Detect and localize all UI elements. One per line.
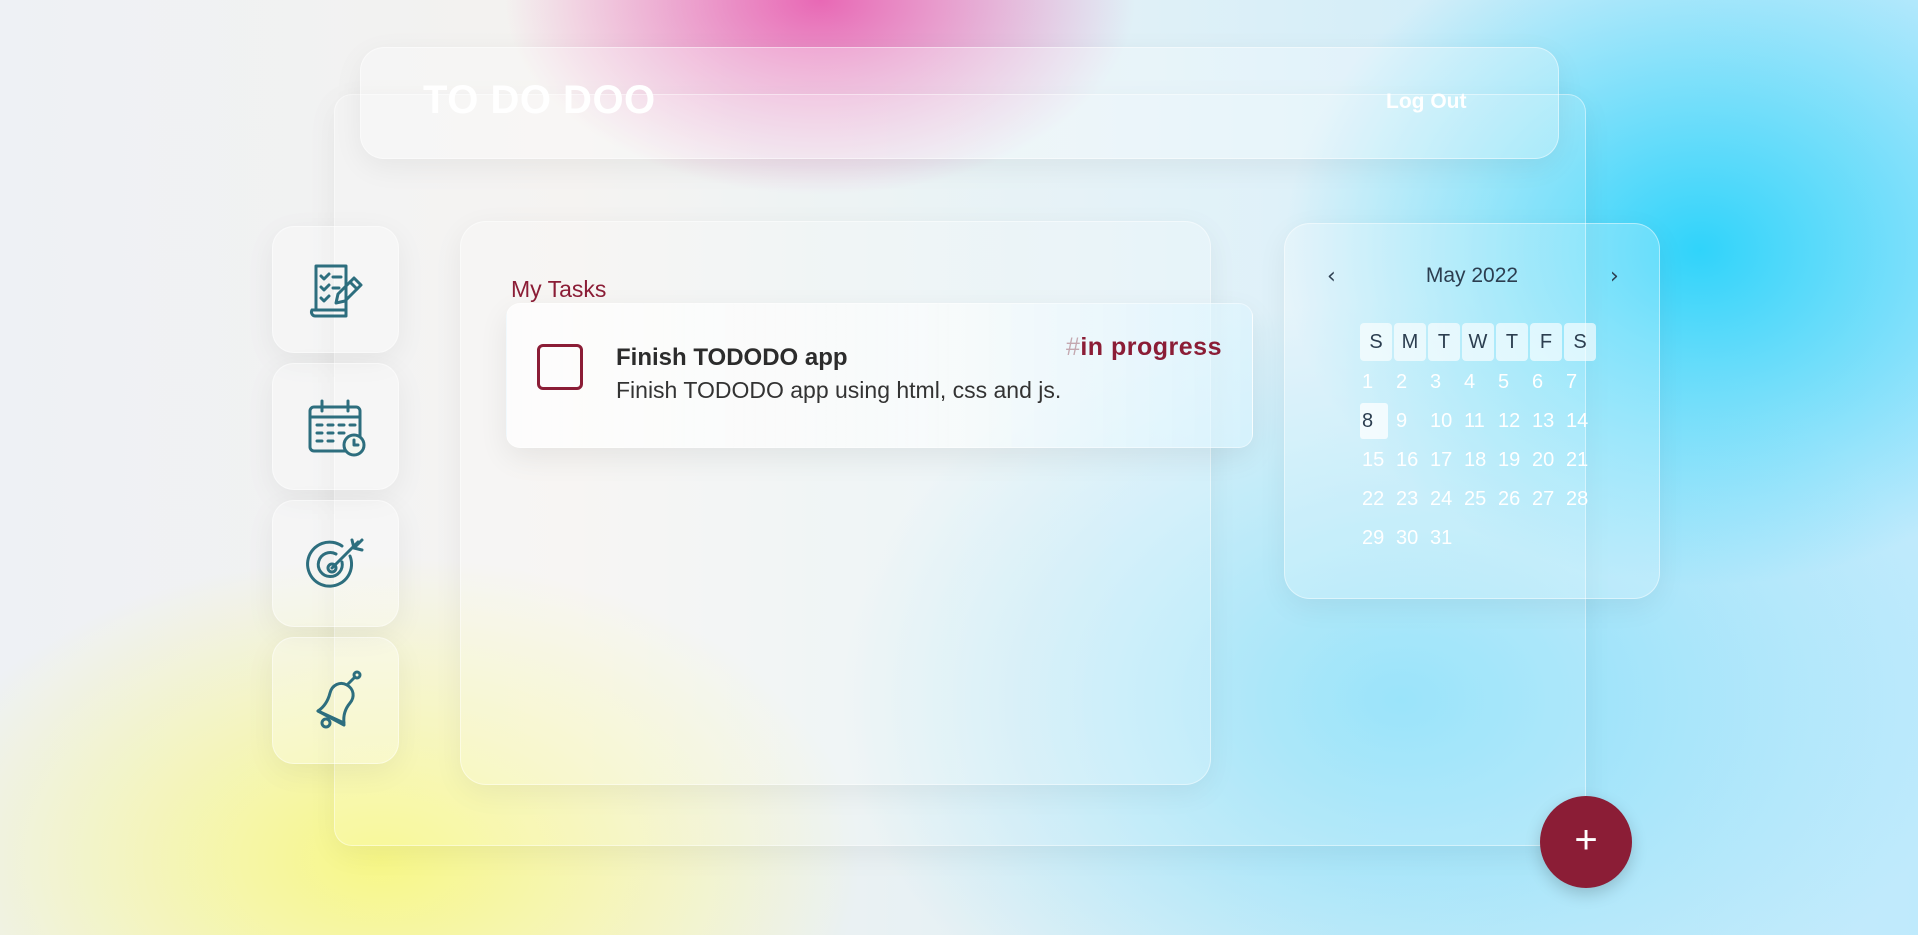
calendar-day[interactable]: 4 <box>1462 364 1494 400</box>
calendar-day[interactable]: 31 <box>1428 520 1460 556</box>
calendar-day[interactable]: 1 <box>1360 364 1392 400</box>
tasks-heading: My Tasks <box>511 276 607 302</box>
calendar-day[interactable]: 11 <box>1462 403 1494 439</box>
calendar-prev-button[interactable]: ‹ <box>1327 264 1336 289</box>
tag-hash: # <box>1065 333 1081 361</box>
calendar-month-label: May 2022 <box>1425 264 1519 287</box>
calendar-day[interactable]: 7 <box>1564 364 1596 400</box>
app-title: TO DO DOO <box>423 78 656 122</box>
task-description: Finish TODODO app using html, css and js… <box>616 377 1062 403</box>
calendar-day[interactable]: 18 <box>1462 442 1494 478</box>
calendar-day[interactable]: 16 <box>1394 442 1426 478</box>
sidebar-item-calendar[interactable] <box>272 363 399 490</box>
sidebar-item-goals[interactable] <box>272 500 399 627</box>
calendar-day[interactable]: 15 <box>1360 442 1392 478</box>
calendar-day[interactable]: 22 <box>1360 481 1392 517</box>
task-list-icon <box>309 264 362 317</box>
calendar-day[interactable]: 25 <box>1462 481 1494 517</box>
app-header: TO DO DOO Log Out <box>360 47 1559 159</box>
calendar-day-today[interactable]: 8 <box>1360 403 1388 439</box>
target-icon <box>305 538 363 588</box>
calendar-day[interactable]: 9 <box>1394 403 1426 439</box>
calendar-day[interactable]: 6 <box>1530 364 1562 400</box>
calendar-weekday: T <box>1428 323 1460 361</box>
calendar-day[interactable]: 2 <box>1394 364 1426 400</box>
calendar-day[interactable]: 20 <box>1530 442 1562 478</box>
calendar-day[interactable]: 13 <box>1530 403 1562 439</box>
calendar-weekday: T <box>1496 323 1528 361</box>
calendar-day[interactable]: 17 <box>1428 442 1460 478</box>
calendar-day[interactable]: 5 <box>1496 364 1528 400</box>
calendar-weekday: F <box>1530 323 1562 361</box>
task-card[interactable]: Finish TODODO app Finish TODODO app usin… <box>506 303 1253 448</box>
task-status-tag: #in progress <box>1066 333 1222 362</box>
calendar-day[interactable]: 14 <box>1564 403 1596 439</box>
task-title: Finish TODODO app <box>616 344 848 371</box>
calendar-day[interactable]: 30 <box>1394 520 1426 556</box>
sidebar-item-reminders[interactable] <box>272 637 399 764</box>
calendar-day[interactable]: 24 <box>1428 481 1460 517</box>
calendar-day[interactable]: 26 <box>1496 481 1528 517</box>
logout-button[interactable]: Log Out <box>1386 90 1466 114</box>
sidebar-item-tasks[interactable] <box>272 226 399 353</box>
calendar-day[interactable]: 12 <box>1496 403 1528 439</box>
calendar-weekday: S <box>1564 323 1596 361</box>
calendar-day[interactable]: 27 <box>1530 481 1562 517</box>
add-task-button[interactable]: + <box>1540 796 1632 888</box>
calendar-weekday: S <box>1360 323 1392 361</box>
calendar-weekday: M <box>1394 323 1426 361</box>
calendar-day[interactable]: 29 <box>1360 520 1392 556</box>
calendar-day[interactable]: 19 <box>1496 442 1528 478</box>
calendar-grid: S M T W T F S 1 2 3 4 5 6 7 8 9 10 11 12 13 14 15 16 17 18 19 20 21… <box>1360 323 1596 556</box>
calendar-day[interactable]: 3 <box>1428 364 1460 400</box>
tag-label: in progress <box>1080 333 1222 361</box>
task-checkbox[interactable] <box>537 344 583 390</box>
calendar-day[interactable]: 10 <box>1428 403 1460 439</box>
bell-icon <box>316 670 361 728</box>
calendar-clock-icon <box>308 399 365 456</box>
calendar-day[interactable]: 28 <box>1564 481 1596 517</box>
calendar-weekday: W <box>1462 323 1494 361</box>
calendar-day[interactable]: 23 <box>1394 481 1426 517</box>
calendar-day[interactable]: 21 <box>1564 442 1596 478</box>
calendar-widget: May 2022 ‹ › S M T W T F S 1 2 3 4 5 6 7 8 9 10 11 12 13 14 1… <box>1284 223 1660 599</box>
calendar-next-button[interactable]: › <box>1610 264 1619 289</box>
